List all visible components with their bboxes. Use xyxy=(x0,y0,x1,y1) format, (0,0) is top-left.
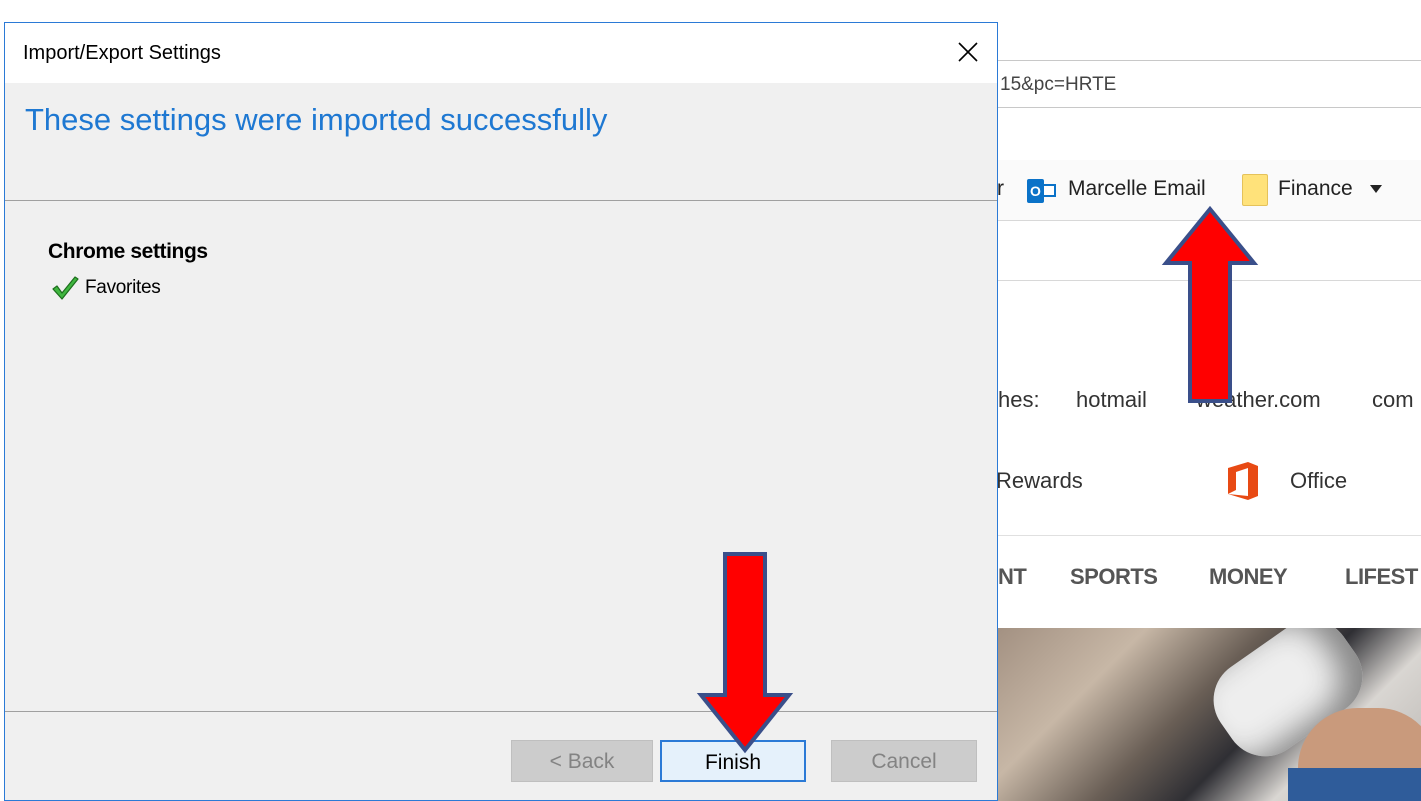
close-button[interactable] xyxy=(945,29,991,75)
trending-link-partial[interactable]: com xyxy=(1372,387,1414,413)
chevron-down-icon[interactable] xyxy=(1370,185,1382,193)
success-heading: These settings were imported successfull… xyxy=(25,102,608,137)
section-title: Chrome settings xyxy=(48,240,208,263)
header-divider xyxy=(5,200,997,201)
rewards-link[interactable]: Rewards xyxy=(996,468,1083,494)
favorite-marcelle-email[interactable]: Marcelle Email xyxy=(1068,177,1206,201)
dialog-header xyxy=(5,83,997,201)
nav-divider xyxy=(960,535,1421,536)
trending-label: hes: xyxy=(998,387,1040,412)
dialog-title: Import/Export Settings xyxy=(23,42,221,64)
hero-image[interactable] xyxy=(998,628,1421,801)
nav-partial[interactable]: NT xyxy=(998,564,1027,590)
outlook-icon: O xyxy=(1027,179,1057,203)
address-text: 15&pc=HRTE xyxy=(1000,74,1117,95)
trending-link-hotmail[interactable]: hotmail xyxy=(1076,387,1147,413)
cancel-button[interactable]: Cancel xyxy=(831,740,977,782)
office-link[interactable]: Office xyxy=(1290,468,1347,494)
arrow-down-annotation xyxy=(696,552,794,754)
footer-divider xyxy=(5,711,997,712)
favorite-finance-folder[interactable]: Finance xyxy=(1278,177,1353,201)
folder-icon xyxy=(1242,174,1268,206)
close-icon xyxy=(958,42,978,62)
nav-money[interactable]: MONEY xyxy=(1209,564,1288,590)
arrow-up-annotation xyxy=(1161,205,1259,403)
dialog-titlebar[interactable]: Import/Export Settings xyxy=(5,23,997,83)
nav-sports[interactable]: SPORTS xyxy=(1070,564,1158,590)
import-export-dialog: Import/Export Settings These settings we… xyxy=(4,22,998,801)
imported-item-favorites: Favorites xyxy=(85,277,161,298)
nav-lifestyle[interactable]: LIFEST xyxy=(1345,564,1418,590)
office-icon[interactable] xyxy=(1222,460,1264,502)
back-button[interactable]: < Back xyxy=(511,740,653,782)
favorite-partial-label[interactable]: r xyxy=(997,177,1004,201)
checkmark-icon xyxy=(52,276,79,300)
